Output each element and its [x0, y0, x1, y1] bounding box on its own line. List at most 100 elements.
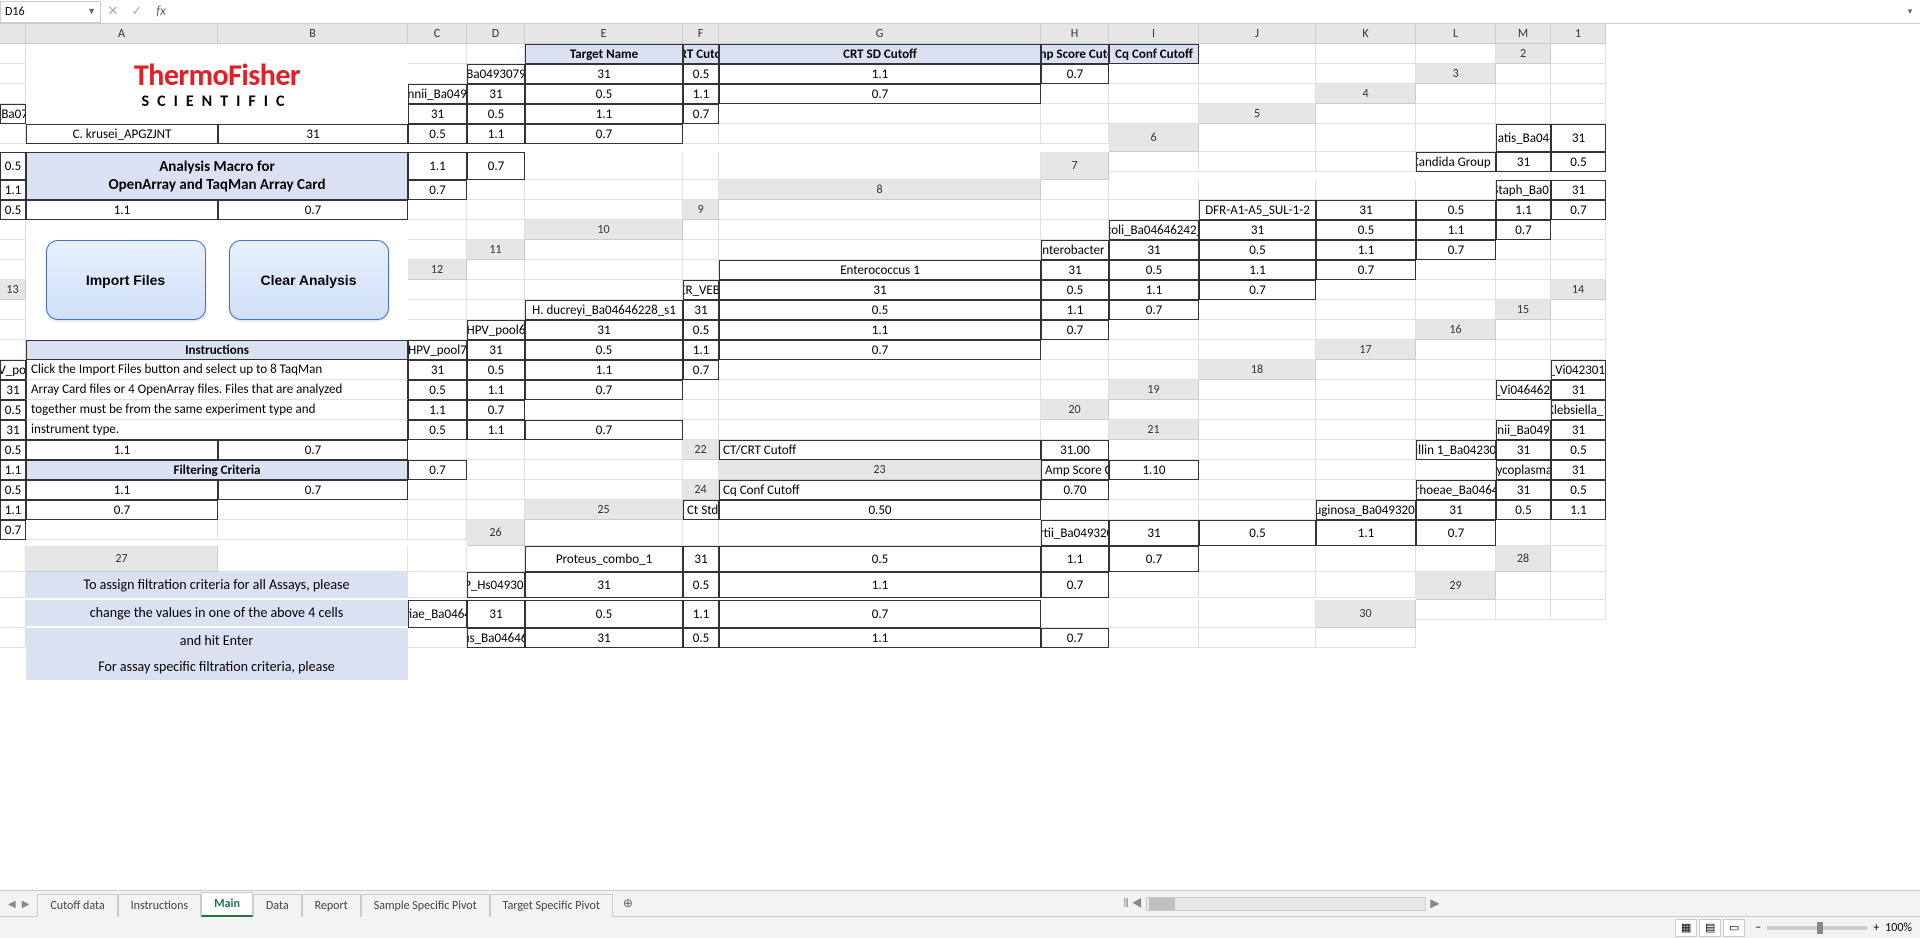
cell[interactable] — [1316, 546, 1416, 572]
target-value-cell[interactable]: 31 — [467, 600, 525, 628]
target-value-cell[interactable]: 0.7 — [1041, 320, 1109, 340]
cell[interactable] — [1199, 600, 1316, 628]
target-value-cell[interactable]: 31 — [408, 360, 467, 380]
target-value-cell[interactable]: 1.1 — [467, 380, 525, 400]
cell[interactable] — [408, 200, 467, 220]
cell[interactable] — [1199, 180, 1316, 200]
target-value-cell[interactable]: 1.1 — [1496, 200, 1551, 220]
cell[interactable] — [1416, 124, 1496, 152]
fx-icon[interactable]: fx — [149, 4, 173, 19]
cell[interactable] — [467, 480, 525, 500]
cell[interactable] — [0, 64, 26, 84]
target-value-cell[interactable]: 31 — [467, 340, 525, 360]
cell[interactable] — [1496, 240, 1551, 260]
target-value-cell[interactable]: 0.5 — [525, 600, 683, 628]
target-name-cell[interactable]: 16s_Ba04930791_s1 — [467, 64, 525, 84]
new-sheet-button[interactable]: ⊕ — [613, 892, 643, 915]
target-name-cell[interactable]: Enterobacter 1 — [1041, 240, 1109, 260]
target-value-cell[interactable]: 1.1 — [1199, 260, 1316, 280]
cell[interactable] — [1551, 572, 1606, 600]
cell[interactable] — [467, 220, 525, 240]
cell[interactable] — [1551, 44, 1606, 64]
cell[interactable] — [1199, 84, 1316, 104]
cell[interactable] — [1416, 400, 1496, 420]
cell[interactable] — [0, 320, 26, 340]
cell[interactable] — [26, 520, 218, 540]
cell[interactable] — [1041, 420, 1109, 440]
target-value-cell[interactable]: 31 — [1551, 380, 1606, 400]
sheet-tab[interactable]: Target Specific Pivot — [490, 894, 613, 917]
target-value-cell[interactable]: 31 — [1551, 124, 1606, 152]
row-header-23[interactable]: 23 — [719, 460, 1041, 480]
row-header-16[interactable]: 16 — [1416, 320, 1496, 340]
cell[interactable] — [408, 44, 467, 64]
name-box[interactable]: D16 ▼ — [0, 1, 101, 23]
target-value-cell[interactable]: 0.7 — [467, 152, 525, 180]
cell[interactable] — [1199, 480, 1316, 500]
cell[interactable] — [1316, 104, 1416, 124]
target-name-cell[interactable]: S. aureus_Ba04646259_s1 — [467, 628, 525, 648]
cell[interactable] — [1316, 64, 1416, 84]
target-value-cell[interactable]: 0.7 — [1109, 300, 1199, 320]
target-header[interactable]: Amp Score Cutoff — [1041, 44, 1109, 64]
target-value-cell[interactable]: 1.1 — [408, 400, 467, 420]
target-name-cell[interactable]: C. krusei_APGZJNT — [26, 124, 218, 144]
cell[interactable] — [1199, 572, 1316, 598]
cell[interactable] — [683, 420, 719, 440]
target-value-cell[interactable]: 0.5 — [683, 64, 719, 84]
cell[interactable] — [1496, 320, 1551, 340]
cell[interactable] — [1496, 84, 1551, 104]
cell[interactable] — [1316, 440, 1416, 460]
target-value-cell[interactable]: 31 — [1109, 240, 1199, 260]
target-name-cell[interactable]: Rnase P_Hs04930436_g1 — [467, 572, 525, 598]
row-header-26[interactable]: 26 — [467, 520, 525, 546]
cell[interactable] — [1496, 280, 1551, 300]
target-value-cell[interactable]: 1.1 — [525, 360, 683, 380]
cell[interactable] — [525, 440, 683, 460]
target-value-cell[interactable]: 31 — [0, 420, 26, 440]
col-header-M[interactable]: M — [1496, 24, 1551, 44]
target-name-cell[interactable]: M. morganii_Ba04932078_s1 — [1496, 420, 1551, 440]
cell[interactable] — [1416, 360, 1496, 380]
cell[interactable] — [1199, 64, 1316, 84]
cell[interactable] — [467, 546, 525, 572]
sheet-tab[interactable]: Instructions — [118, 894, 201, 917]
row-header-15[interactable]: 15 — [1496, 300, 1551, 320]
target-value-cell[interactable]: 31 — [1551, 460, 1606, 480]
name-box-dropdown-icon[interactable]: ▼ — [87, 6, 96, 17]
cell[interactable] — [1551, 240, 1606, 260]
target-value-cell[interactable]: 0.7 — [408, 180, 467, 200]
cell[interactable] — [525, 200, 683, 220]
target-value-cell[interactable]: 0.5 — [683, 320, 719, 340]
target-value-cell[interactable]: 0.7 — [1041, 64, 1109, 84]
spreadsheet-grid[interactable]: ABCDEFGHIJKLM1Target NameCRT CutoffCRT S… — [0, 24, 1920, 890]
cell[interactable] — [1041, 380, 1109, 400]
sheet-nav[interactable]: ◀ ▶ — [0, 897, 37, 910]
cell[interactable] — [1109, 600, 1199, 628]
cell[interactable] — [1199, 628, 1316, 648]
target-value-cell[interactable]: 1.1 — [719, 628, 1041, 648]
formula-input[interactable] — [173, 1, 1900, 23]
target-value-cell[interactable]: 31 — [683, 300, 719, 320]
cell[interactable] — [719, 520, 1041, 546]
cell[interactable] — [1041, 84, 1109, 104]
cell[interactable] — [467, 460, 525, 480]
target-name-cell[interactable]: Coag_neg_Staph_Ba07921963_s1 — [1496, 180, 1551, 200]
cell[interactable] — [1199, 460, 1316, 480]
target-value-cell[interactable]: 1.1 — [719, 320, 1041, 340]
row-header-24[interactable]: 24 — [683, 480, 719, 500]
select-all-corner[interactable] — [0, 24, 26, 44]
target-name-cell[interactable]: P. aeruginosa_Ba04932081_s1 — [1316, 500, 1416, 520]
target-name-cell[interactable]: N. gonorrhoeae_Ba04646252_s1 — [1416, 480, 1496, 500]
sheet-tab[interactable]: Cutoff data — [37, 894, 117, 917]
filter-value[interactable]: 0.70 — [1041, 480, 1109, 500]
cell[interactable] — [1496, 340, 1551, 360]
cell[interactable] — [408, 520, 467, 540]
sheet-tab[interactable]: Data — [253, 894, 302, 917]
cell[interactable] — [1416, 44, 1496, 64]
target-value-cell[interactable]: 1.1 — [683, 84, 719, 104]
cell[interactable] — [1496, 260, 1551, 280]
cell[interactable] — [525, 480, 683, 500]
cell[interactable] — [408, 500, 467, 520]
row-header-3[interactable]: 3 — [1416, 64, 1496, 84]
